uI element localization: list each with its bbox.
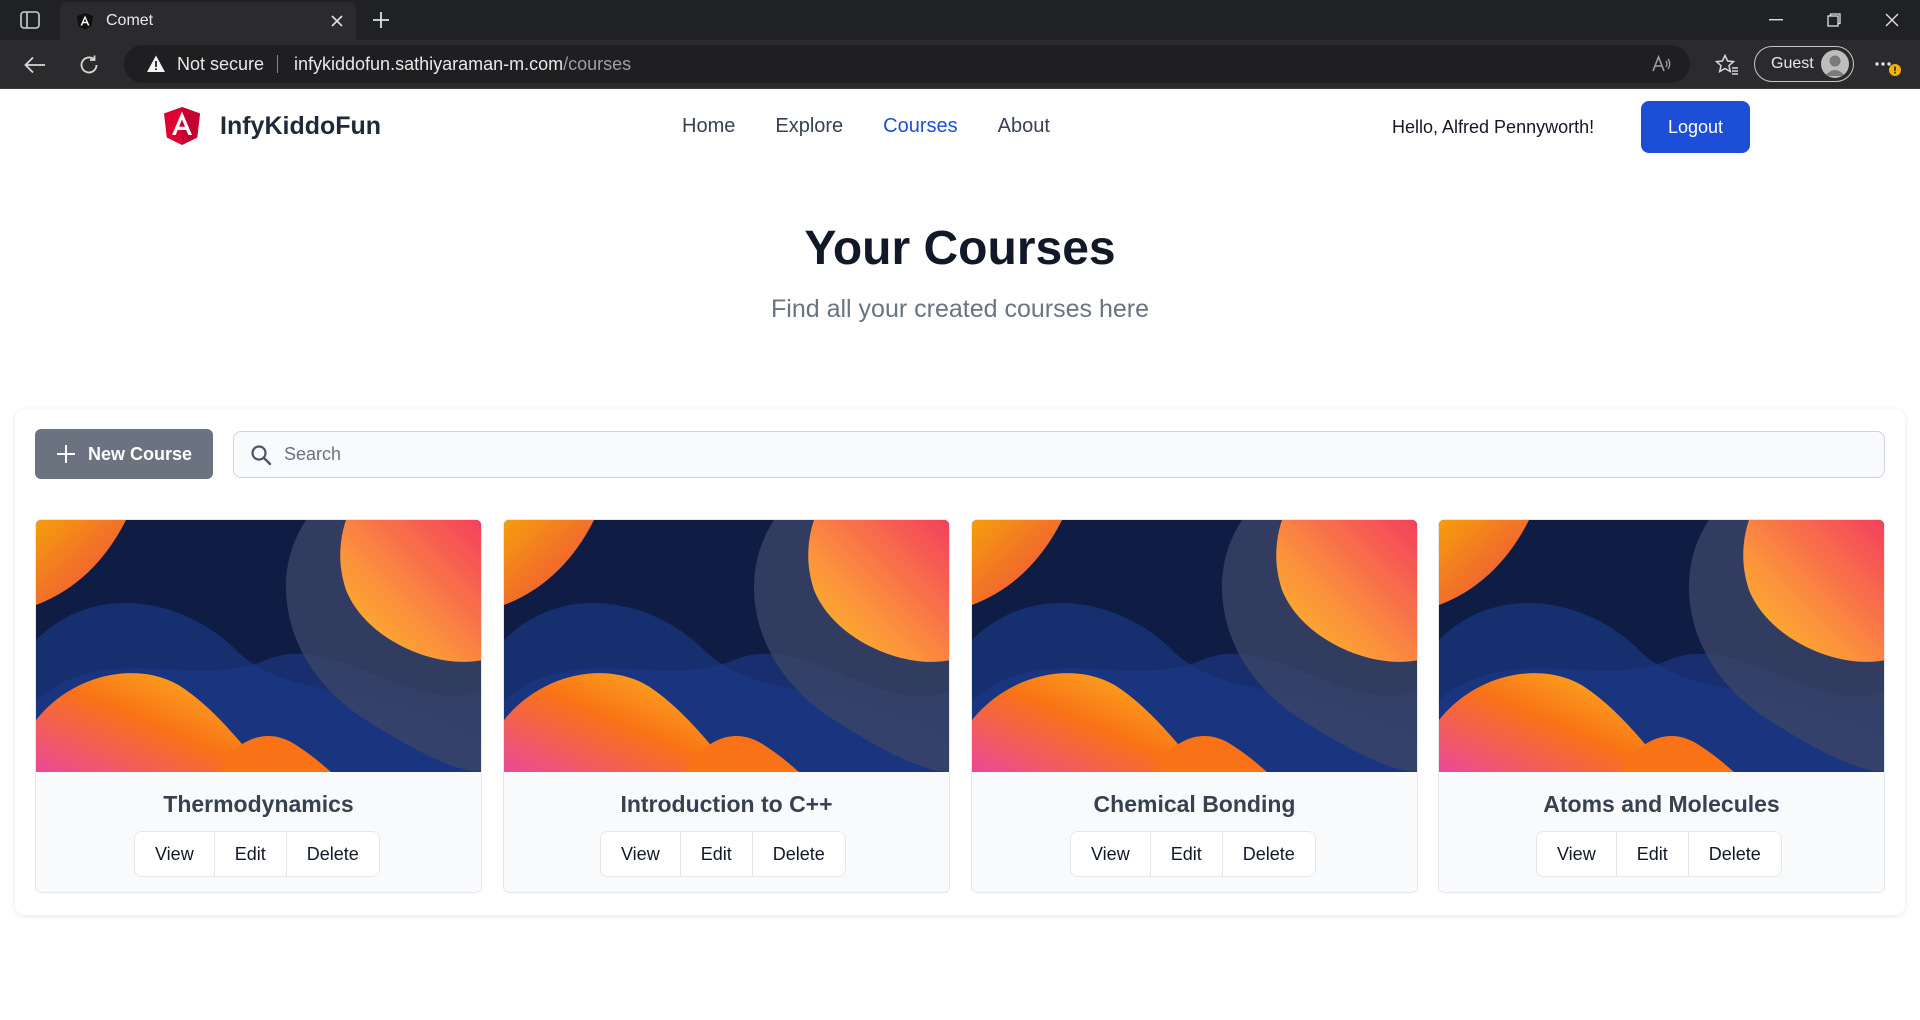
course-thumbnail[interactable] [1439,520,1885,772]
edit-button[interactable]: Edit [214,832,287,876]
restore-icon [1827,13,1841,27]
new-tab-button[interactable] [366,6,396,34]
url-text[interactable]: infykiddofun.sathiyaraman-m.com/courses [294,54,631,75]
refresh-icon [80,55,98,74]
course-card: Introduction to C++ View Edit Delete [503,519,950,893]
course-thumbnail[interactable] [972,520,1418,772]
plus-icon [373,12,389,28]
course-thumbnail[interactable] [504,520,950,772]
search-input[interactable] [284,432,1874,476]
nav-about[interactable]: About [998,115,1050,138]
profile-button[interactable]: Guest [1754,46,1854,82]
warning-icon[interactable] [146,54,166,74]
back-button[interactable] [18,48,52,82]
profile-label: Guest [1771,55,1814,72]
site-header: InfyKiddoFun Home Explore Courses About … [0,89,1920,165]
more-icon [1875,62,1901,76]
restore-button[interactable] [1806,0,1862,40]
delete-button[interactable]: Delete [752,832,845,876]
course-card: Thermodynamics View Edit Delete [35,519,482,893]
edit-button[interactable]: Edit [680,832,753,876]
course-actions: View Edit Delete [1536,831,1782,877]
browser-tab-bar: Comet [0,0,1920,40]
close-icon [1885,13,1899,27]
edit-button[interactable]: Edit [1150,832,1223,876]
course-list: Thermodynamics View Edit Delete Introduc… [35,519,1885,893]
search-icon [251,445,272,466]
delete-button[interactable]: Delete [1222,832,1315,876]
new-course-button[interactable]: New Course [35,429,213,479]
page-title: Your Courses [804,222,1116,275]
nav-explore[interactable]: Explore [775,115,843,138]
edit-button[interactable]: Edit [1616,832,1689,876]
course-card: Atoms and Molecules View Edit Delete [1438,519,1885,893]
nav-home[interactable]: Home [682,115,735,138]
course-title: Atoms and Molecules [1543,791,1780,817]
tab-title: Comet [106,12,154,29]
more-button[interactable] [1868,48,1908,82]
course-actions: View Edit Delete [600,831,846,877]
close-window-button[interactable] [1864,0,1920,40]
minimize-button[interactable] [1748,0,1804,40]
browser-tab[interactable]: Comet [60,2,356,40]
nav-courses[interactable]: Courses [883,115,957,138]
view-button[interactable]: View [1537,832,1617,876]
delete-button[interactable]: Delete [286,832,379,876]
favorites-icon [1715,54,1738,75]
address-separator [277,55,278,73]
read-aloud-icon[interactable] [1650,53,1672,75]
plus-icon [56,445,75,463]
minimize-icon [1769,19,1783,21]
courses-panel: New Course Search Thermodynamics View Ed… [15,409,1905,915]
url-path: /courses [563,54,632,74]
favorites-button[interactable] [1710,48,1744,82]
delete-button[interactable]: Delete [1688,832,1781,876]
course-title: Thermodynamics [163,791,354,817]
page-subtitle: Find all your created courses here [771,295,1149,323]
browser-toolbar: Not secure infykiddofun.sathiyaraman-m.c… [0,40,1920,89]
course-title: Chemical Bonding [1093,791,1296,817]
sidebar-icon[interactable] [14,8,46,32]
course-title: Introduction to C++ [620,791,833,817]
logout-button[interactable]: Logout [1641,101,1750,153]
view-button[interactable]: View [135,832,215,876]
main-nav: Home Explore Courses About [682,115,1050,138]
view-button[interactable]: View [601,832,681,876]
course-actions: View Edit Delete [1070,831,1316,877]
angular-favicon [77,13,93,30]
search-box[interactable] [233,431,1885,478]
address-bar[interactable]: Not secure infykiddofun.sathiyaraman-m.c… [124,45,1690,83]
user-greeting: Hello, Alfred Pennyworth! [1392,117,1595,137]
course-card: Chemical Bonding View Edit Delete [971,519,1418,893]
brand[interactable]: InfyKiddoFun [164,107,381,145]
url-host: infykiddofun.sathiyaraman-m.com [294,54,564,74]
refresh-button[interactable] [72,48,106,82]
view-button[interactable]: View [1071,832,1151,876]
security-label[interactable]: Not secure [177,54,264,75]
close-icon[interactable] [326,10,348,32]
back-icon [24,56,45,74]
course-thumbnail[interactable] [36,520,482,772]
brand-name: InfyKiddoFun [220,111,382,140]
page-content: InfyKiddoFun Home Explore Courses About … [0,89,1920,1020]
avatar-icon [1821,50,1849,78]
new-course-label: New Course [87,443,193,464]
angular-logo-icon [164,107,200,145]
course-actions: View Edit Delete [134,831,380,877]
